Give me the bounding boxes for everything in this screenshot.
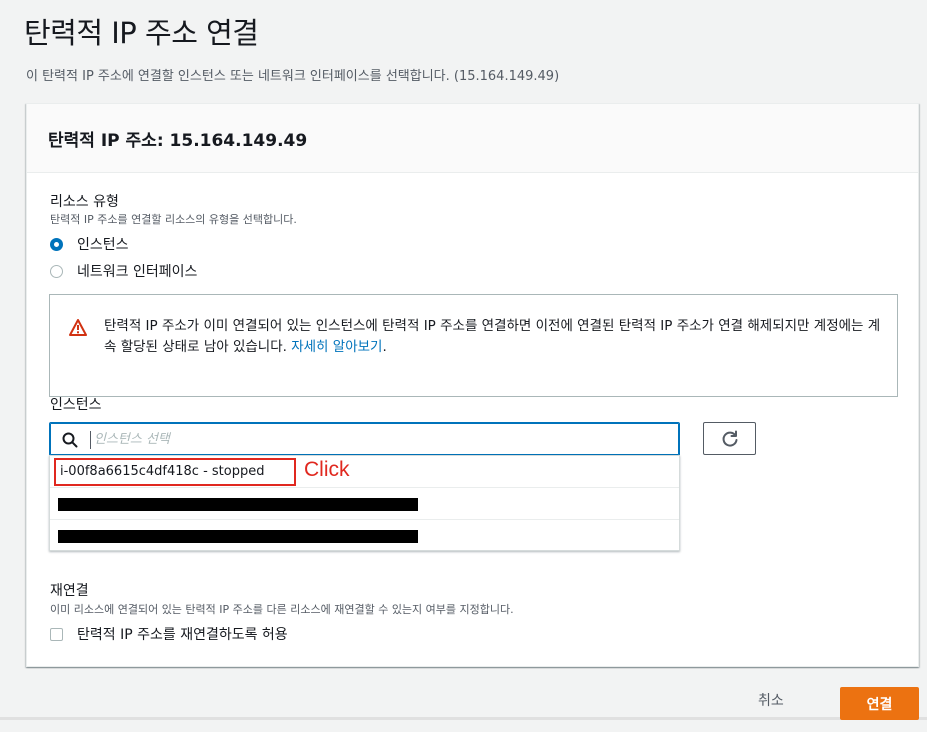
alert-message: 탄력적 IP 주소가 이미 연결되어 있는 인스턴스에 탄력적 IP 주소를 연… (104, 316, 884, 358)
resource-type-label: 리소스 유형 (50, 194, 119, 210)
page-title: 탄력적 IP 주소 연결 (24, 16, 259, 50)
cancel-button[interactable]: 취소 (758, 690, 784, 710)
radio-instance-label: 인스턴스 (77, 237, 129, 253)
learn-more-link[interactable]: 자세히 알아보기 (291, 339, 382, 355)
search-icon (62, 432, 78, 448)
instance-search-box[interactable] (49, 422, 680, 456)
resource-type-description: 탄력적 IP 주소를 연결할 리소스의 유형을 선택합니다. (50, 213, 297, 226)
dropdown-option[interactable] (50, 488, 679, 520)
card-title: 탄력적 IP 주소: 15.164.149.49 (48, 131, 308, 151)
redacted-block (58, 498, 418, 511)
instance-search-input[interactable] (94, 424, 664, 454)
instance-option-label: i-00f8a6615c4df418c - stopped (60, 464, 265, 479)
reassociation-description: 이미 리소스에 연결되어 있는 탄력적 IP 주소를 다른 리소스에 재연결할 … (50, 603, 514, 616)
associate-button[interactable]: 연결 (840, 687, 919, 720)
reassociation-label: 재연결 (50, 583, 89, 599)
redacted-block (58, 530, 418, 543)
main-card: 탄력적 IP 주소: 15.164.149.49 리소스 유형 탄력적 IP 주… (26, 103, 919, 667)
dropdown-option[interactable] (50, 520, 679, 552)
radio-network-interface[interactable]: 네트워크 인터페이스 (50, 261, 197, 281)
text-caret (90, 431, 91, 449)
instance-label: 인스턴스 (50, 397, 102, 413)
radio-instance[interactable]: 인스턴스 (50, 234, 129, 254)
radio-instance-button[interactable] (50, 237, 63, 251)
allow-reassociation-checkbox[interactable]: 탄력적 IP 주소를 재연결하도록 허용 (50, 624, 288, 644)
radio-network-interface-button[interactable] (50, 264, 63, 278)
dropdown-option[interactable]: i-00f8a6615c4df418c - stopped (50, 456, 679, 488)
footer-divider (0, 717, 927, 720)
checkbox-box[interactable] (50, 627, 63, 641)
instance-dropdown-list: i-00f8a6615c4df418c - stopped (49, 455, 680, 551)
warning-alert: 탄력적 IP 주소가 이미 연결되어 있는 인스턴스에 탄력적 IP 주소를 연… (49, 294, 898, 397)
alert-period: . (382, 339, 387, 355)
card-header: 탄력적 IP 주소: 15.164.149.49 (27, 104, 918, 173)
refresh-icon (722, 430, 738, 447)
warning-triangle-icon (69, 319, 87, 336)
click-annotation: Click (304, 458, 350, 481)
alert-text: 탄력적 IP 주소가 이미 연결되어 있는 인스턴스에 탄력적 IP 주소를 연… (104, 318, 881, 355)
checkbox-label: 탄력적 IP 주소를 재연결하도록 허용 (77, 627, 288, 643)
refresh-button[interactable] (703, 422, 756, 455)
radio-network-interface-label: 네트워크 인터페이스 (77, 264, 198, 280)
page-description: 이 탄력적 IP 주소에 연결할 인스턴스 또는 네트워크 인터페이스를 선택합… (26, 69, 560, 84)
